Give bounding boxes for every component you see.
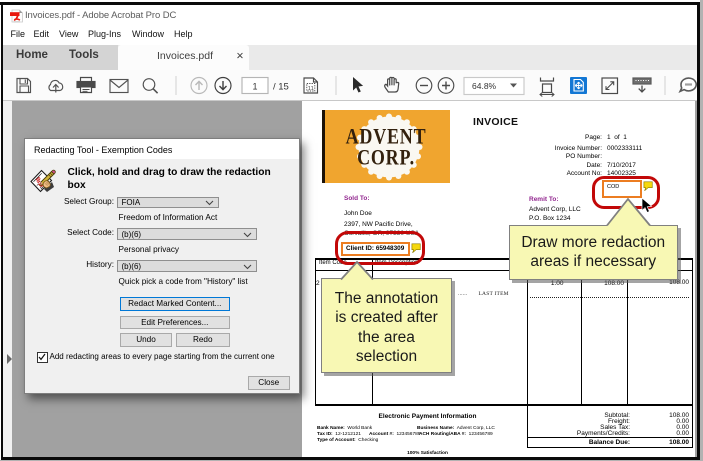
- svg-text:64.8%: 64.8%: [472, 81, 497, 91]
- svg-text:1: 1: [253, 82, 258, 92]
- svg-text:11: 11: [308, 86, 314, 92]
- svg-text:/ 15: / 15: [273, 82, 289, 93]
